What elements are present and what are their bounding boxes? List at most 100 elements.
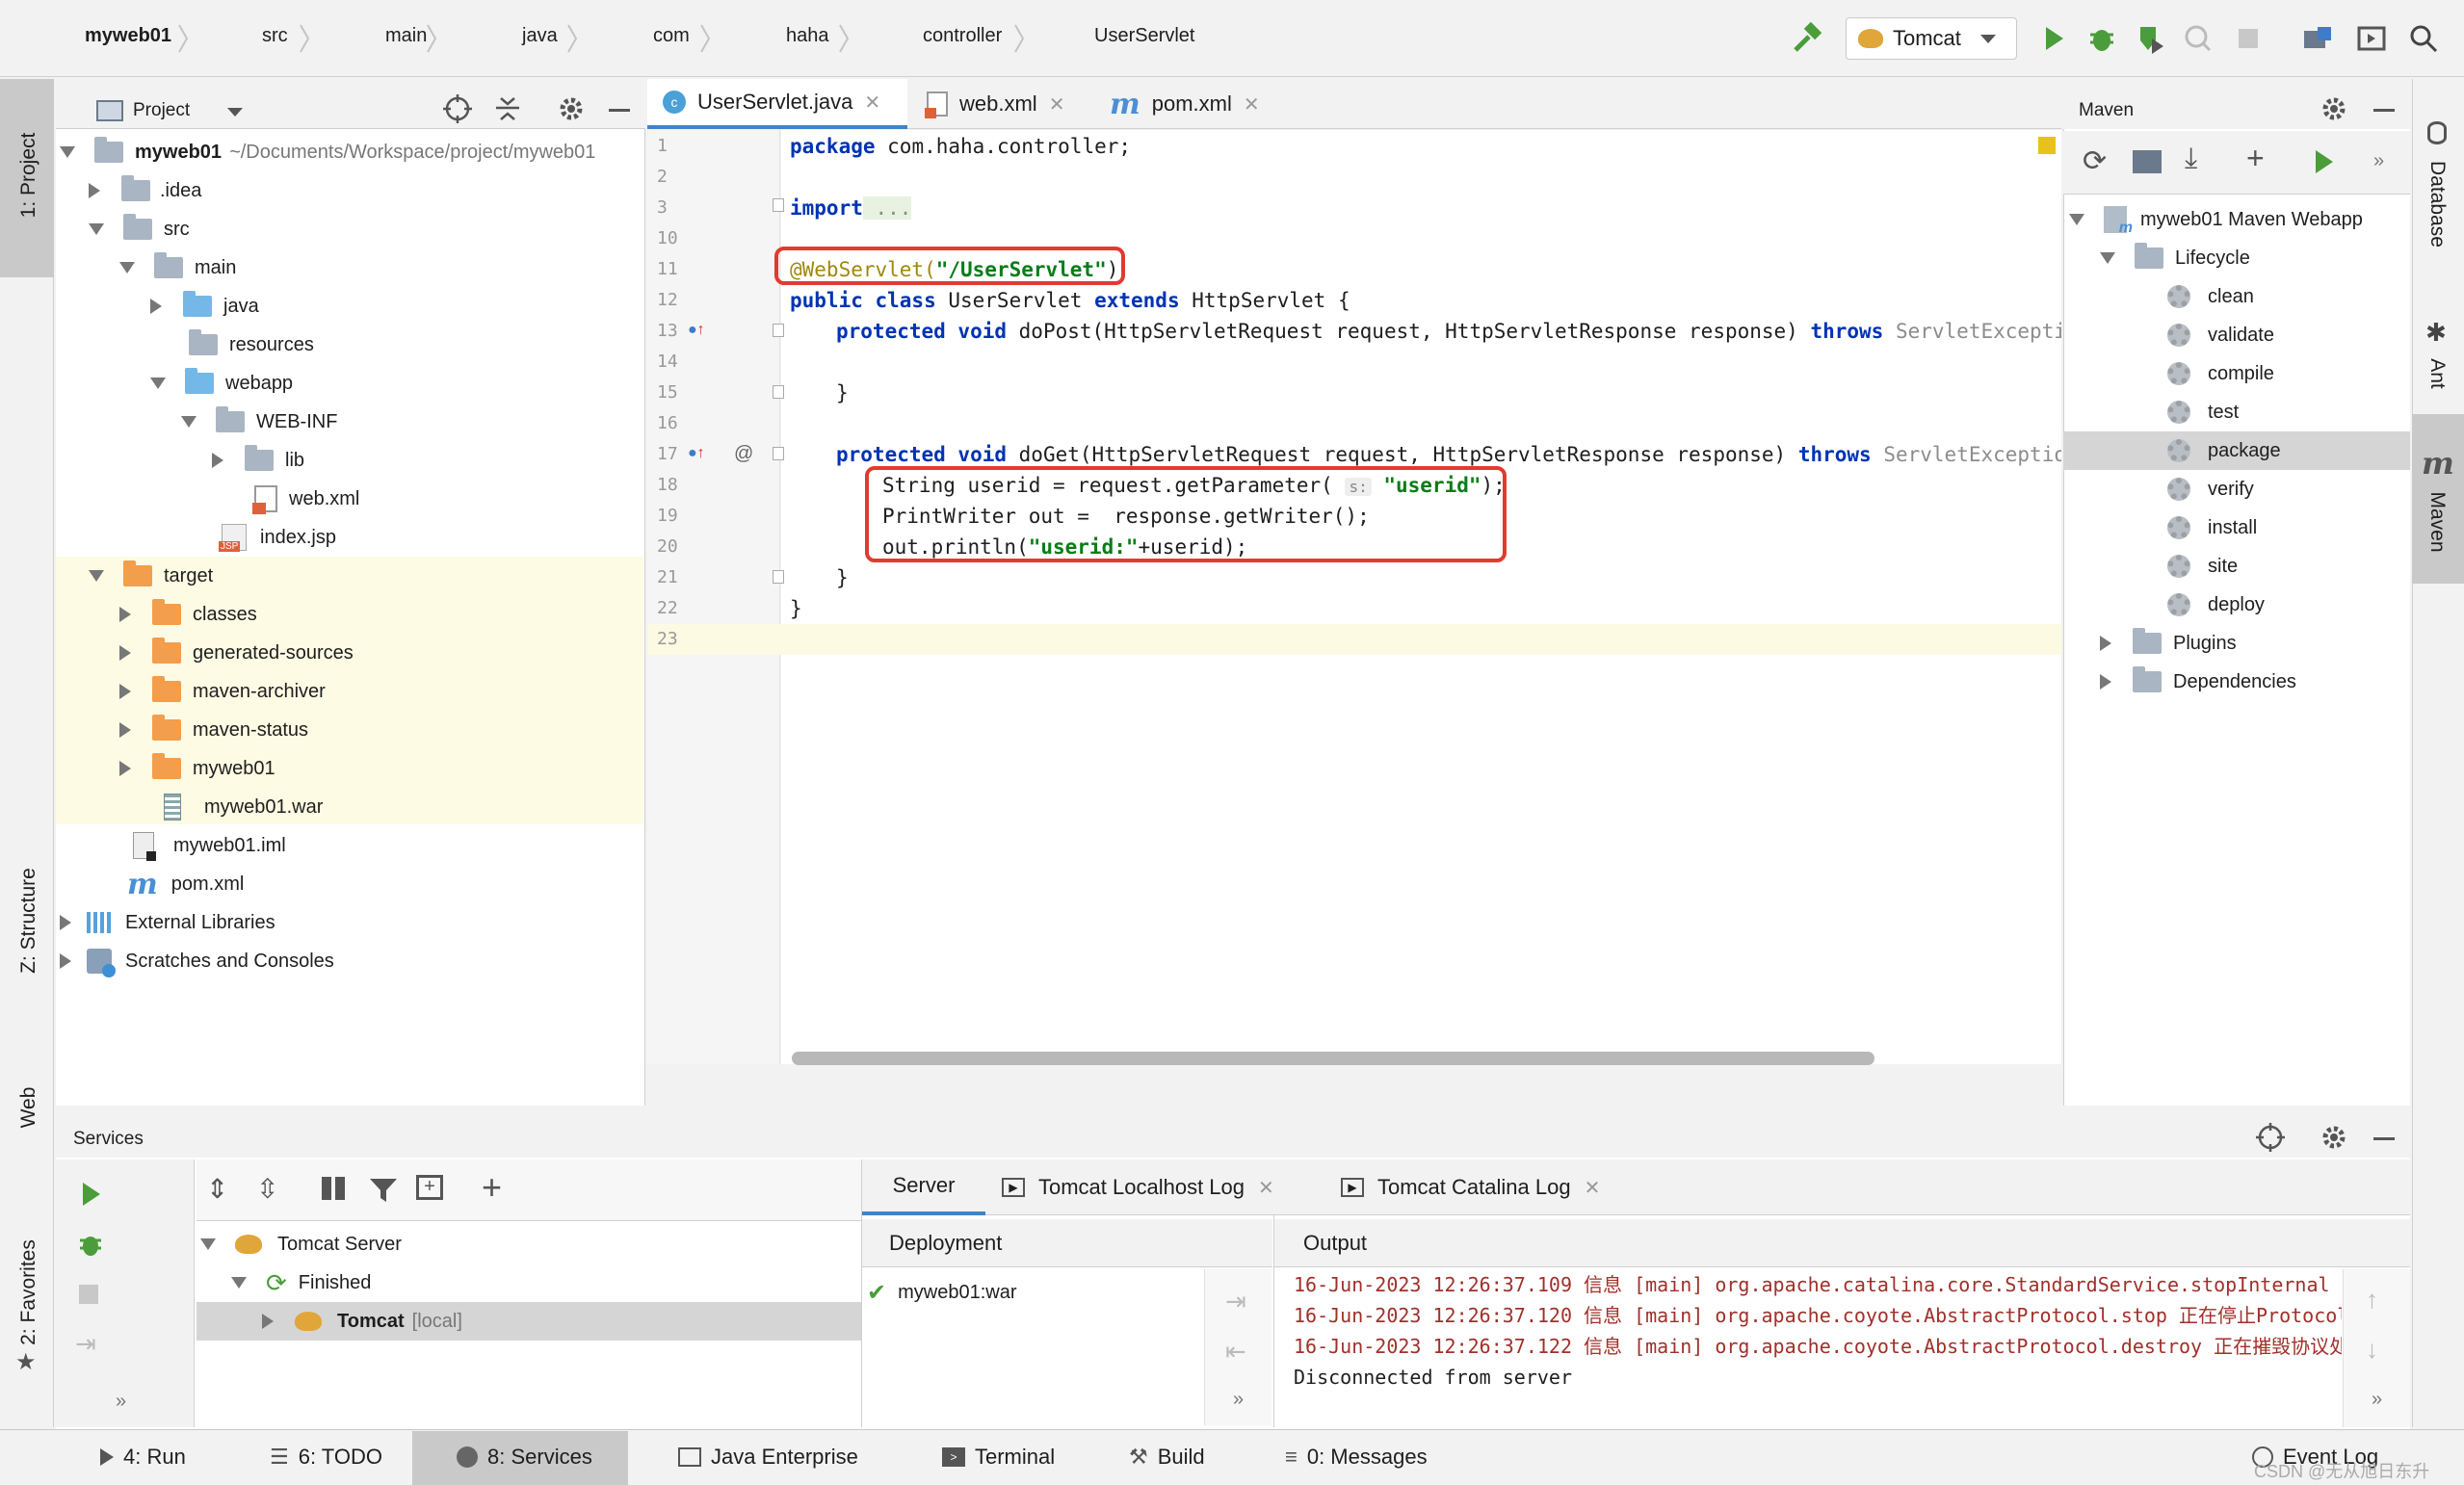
bottom-tab-todo[interactable]: ☰ 6: TODO: [270, 1433, 382, 1481]
tab-server[interactable]: Server: [862, 1159, 985, 1215]
profile-icon[interactable]: [2183, 23, 2214, 54]
web-tool-label[interactable]: Web: [17, 1040, 40, 1175]
debug-icon[interactable]: [2086, 23, 2117, 54]
more-icon[interactable]: »: [1233, 1389, 1244, 1411]
fold-marker-icon[interactable]: [773, 447, 784, 460]
breadcrumb-item[interactable]: UserServlet: [1094, 25, 1194, 47]
bottom-tab-run[interactable]: 4: Run: [100, 1433, 186, 1481]
tab-localhost-log[interactable]: ▶ Tomcat Localhost Log ✕: [1002, 1159, 1274, 1215]
gear-icon[interactable]: [557, 94, 586, 123]
tree-item[interactable]: maven-status: [119, 711, 308, 749]
deploy-icon[interactable]: ⇥: [1225, 1287, 1246, 1316]
tree-item[interactable]: web.xml: [252, 480, 359, 518]
tree-item[interactable]: myweb01.iml: [133, 826, 286, 865]
structure-tool-label[interactable]: Z: Structure: [17, 853, 40, 988]
maven-project-node[interactable]: m myweb01 Maven Webapp: [2069, 200, 2363, 239]
tree-item[interactable]: generated-sources: [119, 634, 354, 672]
gear-icon[interactable]: [2320, 1123, 2348, 1152]
scroll-down-icon[interactable]: ↓: [2366, 1335, 2378, 1365]
close-icon[interactable]: ✕: [864, 91, 880, 115]
gear-icon[interactable]: [2320, 94, 2348, 123]
tree-item[interactable]: lib: [212, 441, 304, 480]
maven-phase-clean[interactable]: clean: [2167, 277, 2254, 316]
run-icon[interactable]: [2038, 23, 2069, 54]
run-config-select[interactable]: Tomcat: [1846, 17, 2017, 60]
tree-item[interactable]: myweb01: [119, 749, 275, 788]
more-icon[interactable]: »: [2373, 150, 2384, 172]
close-icon[interactable]: ✕: [1049, 92, 1065, 117]
minimize-icon[interactable]: [2373, 109, 2395, 112]
dependencies-node[interactable]: Dependencies: [2100, 663, 2296, 701]
output-console[interactable]: 16-Jun-2023 12:26:37.109 信息 [main] org.a…: [1274, 1269, 2342, 1427]
tree-item[interactable]: m pom.xml: [127, 865, 244, 903]
coverage-icon[interactable]: [2135, 23, 2165, 54]
bottom-tab-build[interactable]: ⚒ Build: [1129, 1433, 1205, 1481]
tab-web-xml[interactable]: web.xml ✕: [915, 79, 1093, 129]
expand-all-icon[interactable]: ⇕: [206, 1173, 228, 1205]
collapse-all-icon[interactable]: [493, 94, 522, 123]
tree-item[interactable]: main: [119, 248, 236, 287]
plugins-node[interactable]: Plugins: [2100, 624, 2237, 663]
maven-phase-verify[interactable]: verify: [2167, 470, 2254, 508]
maven-phase-deploy[interactable]: deploy: [2167, 586, 2265, 624]
tree-item[interactable]: classes: [119, 595, 257, 634]
generate-sources-icon[interactable]: [2133, 150, 2162, 173]
stop-icon[interactable]: [2239, 29, 2258, 48]
maven-phase-install[interactable]: install: [2167, 508, 2257, 547]
add-service-icon[interactable]: +: [482, 1167, 502, 1208]
tree-item[interactable]: resources: [189, 326, 314, 364]
presentation-icon[interactable]: [2356, 23, 2387, 54]
search-icon[interactable]: [2408, 23, 2439, 54]
new-tab-icon[interactable]: +: [416, 1175, 443, 1200]
tree-item[interactable]: maven-archiver: [119, 672, 326, 711]
more-icon[interactable]: »: [2372, 1389, 2382, 1411]
tree-item[interactable]: target: [89, 557, 213, 595]
service-finished-group[interactable]: ⟳ Finished: [231, 1264, 371, 1302]
deploy-icon[interactable]: ⇥: [75, 1329, 96, 1359]
tree-item[interactable]: webapp: [150, 364, 293, 403]
tree-item[interactable]: Scratches and Consoles: [60, 942, 334, 980]
more-icon[interactable]: »: [116, 1391, 126, 1413]
tab-catalina-log[interactable]: ▶ Tomcat Catalina Log ✕: [1341, 1159, 1600, 1215]
database-tool-label[interactable]: Database: [2425, 146, 2449, 262]
override-method-icon[interactable]: ●↑: [688, 322, 705, 339]
close-icon[interactable]: ✕: [1244, 92, 1260, 117]
bottom-tab-services[interactable]: 8: Services: [457, 1433, 592, 1481]
fold-marker-icon[interactable]: [773, 385, 784, 399]
close-icon[interactable]: ✕: [1258, 1176, 1274, 1200]
scroll-up-icon[interactable]: ↑: [2366, 1285, 2378, 1315]
tab-userservlet[interactable]: c UserServlet.java ✕: [647, 79, 907, 129]
collapse-all-icon[interactable]: ⇳: [256, 1173, 278, 1205]
maven-phase-compile[interactable]: compile: [2167, 354, 2274, 393]
maven-phase-validate[interactable]: validate: [2167, 316, 2274, 354]
bottom-tab-terminal[interactable]: > Terminal: [942, 1433, 1055, 1481]
bottom-tab-messages[interactable]: ≡ 0: Messages: [1285, 1433, 1428, 1481]
project-structure-icon[interactable]: [2302, 23, 2333, 54]
run-icon[interactable]: [77, 1181, 104, 1208]
undeploy-icon[interactable]: ⇤: [1225, 1337, 1246, 1367]
maven-phase-test[interactable]: test: [2167, 393, 2239, 431]
tree-item[interactable]: myweb01.war: [164, 788, 323, 826]
tree-item[interactable]: src: [89, 210, 190, 248]
web-mapping-icon[interactable]: @: [734, 443, 753, 465]
fold-marker-icon[interactable]: [773, 198, 784, 212]
reload-icon[interactable]: ⟳: [2083, 144, 2107, 178]
fold-marker-icon[interactable]: [773, 570, 784, 584]
tree-item[interactable]: WEB-INF: [181, 403, 337, 441]
group-by-icon[interactable]: [322, 1177, 345, 1200]
deployment-item[interactable]: ✔ myweb01:war: [867, 1273, 1017, 1312]
tab-pom-xml[interactable]: m pom.xml ✕: [1098, 79, 1281, 129]
minimize-icon[interactable]: [2373, 1137, 2395, 1140]
lifecycle-node[interactable]: Lifecycle: [2100, 239, 2250, 277]
debug-icon[interactable]: [77, 1231, 104, 1258]
close-icon[interactable]: ✕: [1585, 1176, 1601, 1200]
filter-icon[interactable]: [368, 1175, 399, 1206]
horizontal-scrollbar[interactable]: [792, 1052, 1874, 1065]
add-icon[interactable]: +: [2246, 141, 2265, 176]
bottom-tab-java-enterprise[interactable]: Java Enterprise: [678, 1433, 858, 1481]
tree-item[interactable]: java: [150, 287, 259, 326]
tree-root[interactable]: myweb01 ~/Documents/Workspace/project/myw…: [60, 133, 595, 171]
favorites-tool-label[interactable]: 2: Favorites: [17, 1225, 40, 1360]
run-icon[interactable]: [2310, 148, 2337, 175]
maven-phase-site[interactable]: site: [2167, 547, 2238, 586]
